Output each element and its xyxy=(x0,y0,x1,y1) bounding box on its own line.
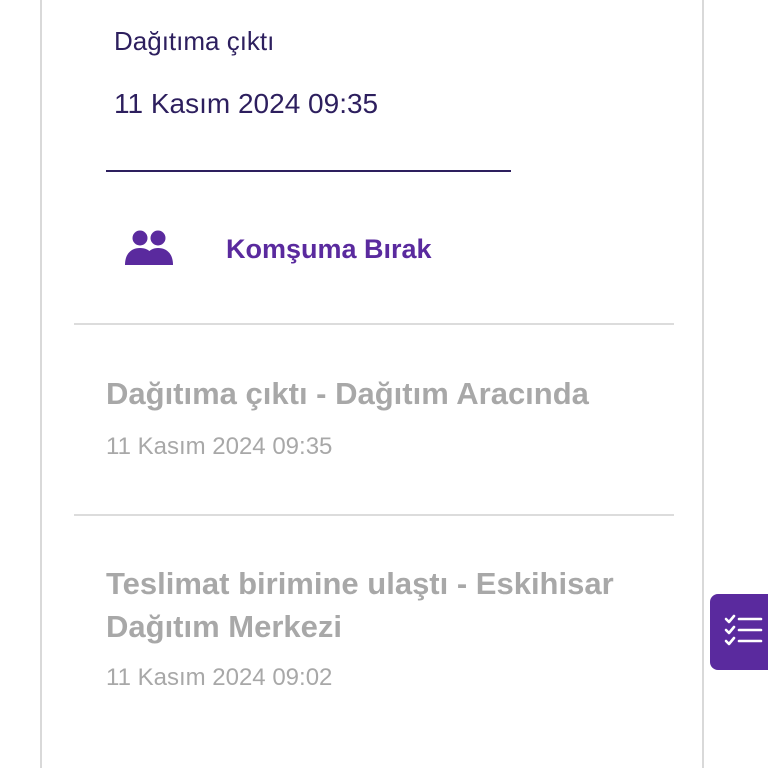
leave-with-neighbor-button[interactable]: Komşuma Bırak xyxy=(122,224,542,274)
checklist-side-button[interactable] xyxy=(710,594,768,670)
timeline-event-date: 11 Kasım 2024 09:35 xyxy=(106,433,333,460)
timeline-event-title: Dağıtıma çıktı - Dağıtım Aracında xyxy=(106,376,589,411)
timeline-divider xyxy=(74,514,674,516)
leave-with-neighbor-label: Komşuma Bırak xyxy=(226,233,432,264)
users-icon xyxy=(122,229,176,269)
active-event-status: Dağıtıma çıktı xyxy=(114,26,275,56)
checklist-icon xyxy=(723,610,763,655)
active-event-underline xyxy=(106,170,511,172)
shipment-tracking-screen: Dağıtıma çıktı 11 Kasım 2024 09:35 Komşu… xyxy=(0,0,768,768)
tracking-timeline-card: Dağıtıma çıktı 11 Kasım 2024 09:35 Komşu… xyxy=(40,0,704,768)
timeline-divider xyxy=(74,323,674,325)
timeline-event-title: Teslimat birimine ulaştı - Eskihisar Dağ… xyxy=(106,566,614,644)
timeline-event-date: 11 Kasım 2024 09:02 xyxy=(106,664,333,691)
active-event-date: 11 Kasım 2024 09:35 xyxy=(114,88,379,119)
